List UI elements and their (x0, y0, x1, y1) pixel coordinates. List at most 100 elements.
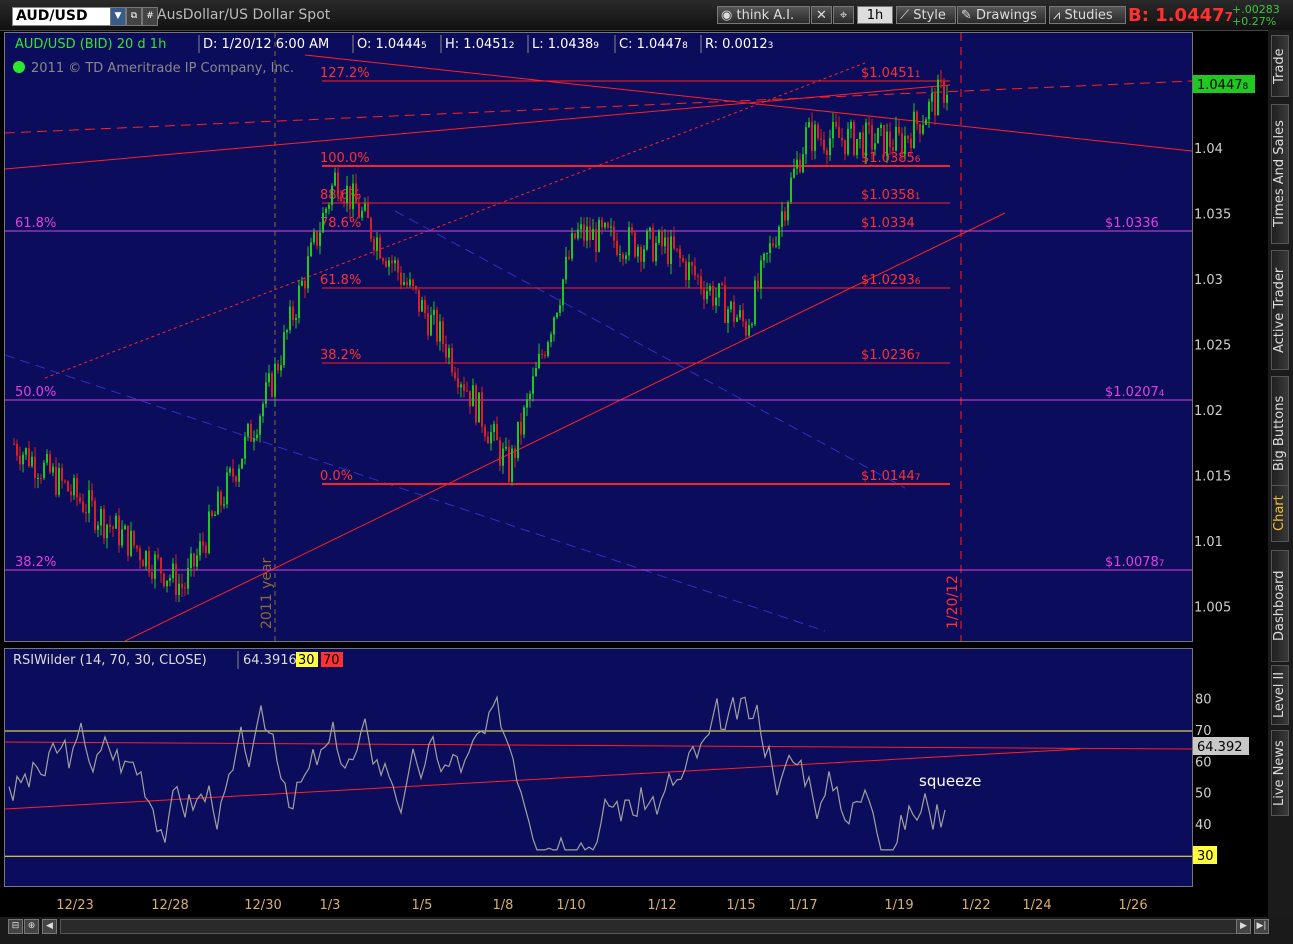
candle-body (376, 237, 378, 251)
trendline-dotted (44, 62, 866, 379)
candle-body (274, 363, 276, 397)
price-axis-label: 1.015 (1194, 470, 1231, 485)
candle-body (802, 154, 804, 173)
candle-body (901, 133, 903, 155)
candle-body (250, 423, 252, 442)
side-tab-live-news[interactable]: Live News (1271, 730, 1289, 816)
candle-body (181, 583, 183, 588)
candle-body (916, 111, 918, 125)
candle-body (886, 131, 888, 156)
price-chart[interactable]: 2011 year 1/20/12 127.2% $1.04511 100.0% $1.0… (4, 32, 1193, 642)
fib-price: $1.03581 (861, 188, 921, 203)
fib-price: $1.01447 (861, 469, 921, 484)
symbol-input[interactable]: AUD/USD (12, 7, 113, 26)
side-tab-level-ii[interactable]: Level II (1271, 665, 1289, 725)
drawings-button[interactable]: ✎ Drawings (957, 6, 1046, 24)
candle-body (748, 325, 750, 336)
side-tab-dashboard[interactable]: Dashboard (1271, 550, 1289, 662)
link-icon[interactable]: ⧉ (126, 7, 142, 26)
rsi-panel[interactable]: RSIWilder (14, 70, 30, CLOSE) 64.3916 30 70… (4, 648, 1193, 887)
candle-body (697, 275, 699, 277)
rsi-axis-label: 60 (1195, 755, 1212, 770)
price-chart-canvas[interactable]: 2011 year 1/20/12 127.2% $1.04511 100.0% $1.0… (5, 33, 1192, 641)
candle-body (505, 446, 507, 449)
candle-body (121, 529, 123, 546)
trendline-dashed (5, 80, 1192, 134)
candle-body (37, 478, 39, 480)
candle-body (301, 280, 303, 286)
candle-body (712, 285, 714, 306)
last-price: B: 1.04477 (1128, 5, 1234, 26)
zoom-in-icon[interactable]: ⊕ (24, 919, 39, 934)
fib-percent: 38.2% (320, 348, 361, 363)
cursor-icon[interactable]: ⌖ (833, 6, 854, 24)
candle-body (436, 309, 438, 342)
candle-body (595, 229, 597, 252)
candle-body (418, 289, 420, 312)
think-ai-button[interactable]: ◉ think A.I. (717, 6, 810, 24)
candle-body (883, 125, 885, 156)
candle-body (784, 211, 786, 221)
side-tab-big-buttons[interactable]: Big Buttons (1271, 376, 1289, 490)
candle-body (196, 555, 198, 567)
style-button[interactable]: ⟋ Style (896, 6, 956, 24)
chart-icon: ⟋ (900, 8, 910, 23)
aggregation-button[interactable]: 1h (857, 6, 893, 24)
candle-body (205, 545, 207, 553)
date-label: 1/20/12 (945, 575, 961, 629)
hash-icon[interactable]: # (142, 7, 158, 26)
candle-body (475, 385, 477, 423)
crosshair-icon[interactable]: ✕ (811, 6, 832, 24)
candle-body (412, 279, 414, 287)
time-axis-label: 1/26 (1118, 898, 1147, 913)
side-tab-active-trader[interactable]: Active Trader (1271, 250, 1289, 370)
candle-body (61, 467, 63, 481)
candle-body (766, 252, 768, 254)
candle-body (64, 480, 66, 482)
candle-body (142, 560, 144, 567)
candle-body (103, 508, 105, 539)
candle-body (58, 467, 60, 495)
candle-body (343, 201, 345, 203)
rsi-level-label: 30 (298, 653, 315, 668)
scroll-end-icon[interactable]: ▶| (1254, 919, 1269, 934)
side-tab-trade[interactable]: Trade (1271, 35, 1289, 97)
candle-body (367, 203, 369, 219)
studies-button[interactable]: ⩘ Studies (1049, 6, 1126, 24)
candle-body (244, 436, 246, 459)
candle-body (145, 551, 147, 567)
time-axis-label: 1/10 (556, 898, 585, 913)
candle-body (877, 128, 879, 144)
candle-body (427, 313, 429, 336)
candle-body (790, 177, 792, 203)
rsi-chart-canvas[interactable]: RSIWilder (14, 70, 30, CLOSE) 64.3916 30 70… (5, 649, 1192, 886)
zoom-out-icon[interactable]: ⊟ (8, 919, 23, 934)
candle-body (541, 353, 543, 355)
side-tab-chart[interactable]: Chart (1271, 485, 1289, 542)
candle-body (520, 421, 522, 435)
candle-body (880, 125, 882, 129)
time-axis-label: 1/24 (1022, 898, 1051, 913)
candle-body (28, 448, 30, 467)
header-field: L: 1.04389 (532, 37, 599, 52)
symbol-dropdown-icon[interactable]: ▼ (110, 7, 126, 26)
candle-body (592, 229, 594, 240)
candle-body (175, 563, 177, 595)
candle-body (283, 332, 285, 366)
candle-body (889, 131, 891, 148)
rsi-current-label: 64.392 (1197, 740, 1243, 755)
candle-body (115, 515, 117, 529)
candle-body (835, 121, 837, 127)
scroll-left-icon[interactable]: ◀ (42, 919, 57, 934)
candle-body (298, 285, 300, 318)
fib-percent: 127.2% (320, 66, 370, 81)
scroll-right-icon[interactable]: ▶ (1236, 919, 1251, 934)
horizontal-scrollbar[interactable] (60, 919, 1242, 934)
candle-body (313, 231, 315, 243)
rsi-line (8, 695, 946, 851)
pencil-icon: ✎ (961, 8, 972, 23)
candle-body (751, 324, 753, 326)
header-field: D: 1/20/12 6:00 AM (203, 37, 329, 52)
candle-body (409, 279, 411, 286)
side-tab-times-and-sales[interactable]: Times And Sales (1271, 104, 1289, 244)
